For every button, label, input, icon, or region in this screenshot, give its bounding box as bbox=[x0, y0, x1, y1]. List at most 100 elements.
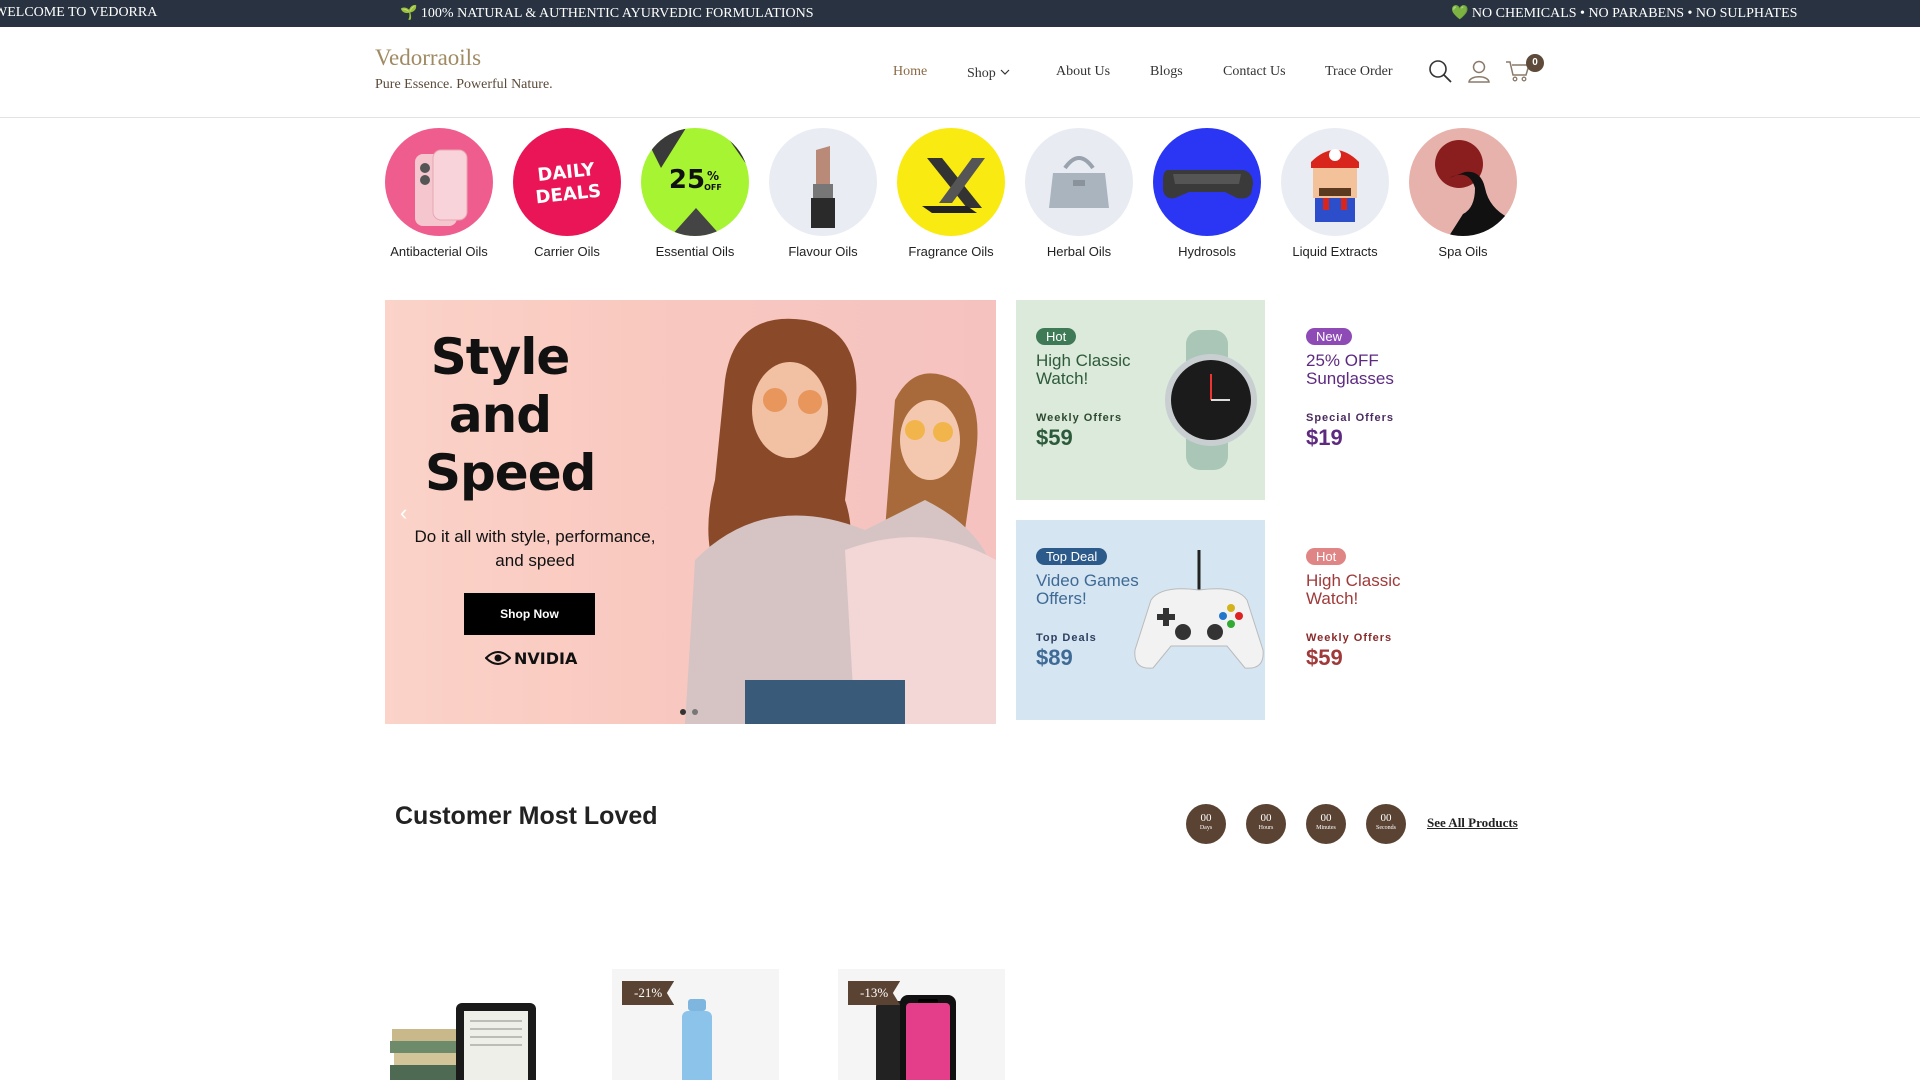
search-icon[interactable] bbox=[1427, 58, 1453, 84]
countdown-seconds: 00 Seconds bbox=[1366, 804, 1406, 844]
countdown-hours: 00 Hours bbox=[1246, 804, 1286, 844]
hero-brand-logo: NVIDIA bbox=[484, 649, 577, 670]
cart-count-badge: 0 bbox=[1526, 54, 1544, 72]
announcement-welcome: WELCOME TO VEDORRA bbox=[0, 5, 158, 20]
chevron-down-icon bbox=[1000, 64, 1010, 80]
category-label: Liquid Extracts bbox=[1292, 244, 1378, 259]
promo-title: 25% OFF Sunglasses bbox=[1306, 351, 1394, 388]
category-fragrance-oils[interactable]: Fragrance Oils bbox=[886, 128, 1016, 259]
promo-price: $59 bbox=[1036, 425, 1073, 450]
category-label: Spa Oils bbox=[1438, 244, 1488, 259]
product-card-ereader[interactable] bbox=[386, 969, 553, 1080]
nav-home[interactable]: Home bbox=[893, 64, 927, 80]
nav-blogs[interactable]: Blogs bbox=[1150, 64, 1183, 80]
promo-card-sunglasses[interactable]: New 25% OFF Sunglasses Special Offers $1… bbox=[1286, 300, 1535, 500]
category-image bbox=[1153, 128, 1261, 236]
hero-banner: Style and Speed Do it all with style, pe… bbox=[385, 300, 996, 724]
category-essential-oils[interactable]: 25% OFF Essential Oils bbox=[630, 128, 760, 259]
category-carrier-oils[interactable]: DAILY DEALS Carrier Oils bbox=[502, 128, 632, 259]
hero-subtitle: Do it all with style, performance, and s… bbox=[414, 527, 656, 570]
hero-title: Style and Speed bbox=[425, 328, 596, 502]
slider-dot[interactable] bbox=[692, 709, 698, 715]
category-image bbox=[897, 128, 1005, 236]
promo-badge: Hot bbox=[1306, 548, 1347, 565]
countdown-unit: Hours bbox=[1258, 825, 1274, 831]
category-image bbox=[769, 128, 877, 236]
category-label: Hydrosols bbox=[1178, 244, 1236, 259]
category-image: DAILY DEALS bbox=[513, 128, 621, 236]
hero-image-people bbox=[685, 318, 996, 724]
promo-title: High Classic Watch! bbox=[1036, 351, 1131, 388]
watch-image bbox=[1165, 330, 1257, 470]
category-liquid-extracts[interactable]: Liquid Extracts bbox=[1270, 128, 1400, 259]
product-card-smartphone[interactable]: -13% bbox=[838, 969, 1005, 1080]
category-label: Fragrance Oils bbox=[908, 244, 994, 259]
see-all-products-link[interactable]: See All Products bbox=[1427, 815, 1518, 831]
category-flavour-oils[interactable]: Flavour Oils bbox=[758, 128, 888, 259]
nav-contact-us[interactable]: Contact Us bbox=[1223, 64, 1286, 80]
nav-shop[interactable]: Shop bbox=[967, 64, 1010, 82]
promo-title: High Classic Watch! bbox=[1306, 571, 1401, 608]
countdown-unit: Seconds bbox=[1376, 825, 1396, 831]
svg-text:OFF: OFF bbox=[704, 183, 722, 192]
site-tagline: Pure Essence. Powerful Nature. bbox=[375, 77, 553, 92]
product-card-water-bottle[interactable]: -21% bbox=[612, 969, 779, 1080]
promo-price: $59 bbox=[1306, 645, 1343, 670]
slider-dot[interactable] bbox=[680, 709, 686, 715]
nav-trace-order[interactable]: Trace Order bbox=[1325, 64, 1393, 80]
discount-badge: -21% bbox=[622, 981, 675, 1005]
promo-offer-label: Weekly Offers bbox=[1036, 412, 1123, 424]
category-hydrosols[interactable]: Hydrosols bbox=[1142, 128, 1272, 259]
countdown-unit: Minutes bbox=[1316, 825, 1336, 831]
site-logo[interactable]: Vedorraoils bbox=[375, 45, 481, 71]
game-controller-image bbox=[1134, 550, 1264, 669]
countdown-value: 00 bbox=[1380, 812, 1392, 824]
product-image bbox=[390, 1003, 536, 1080]
announcement-bar: WELCOME TO VEDORRA 🌱 100% NATURAL & AUTH… bbox=[0, 0, 1920, 27]
promo-offer-label: Top Deals bbox=[1036, 632, 1097, 644]
category-label: Herbal Oils bbox=[1046, 244, 1112, 259]
category-image bbox=[1025, 128, 1133, 236]
svg-text:25: 25 bbox=[669, 165, 705, 195]
shop-now-button[interactable]: Shop Now bbox=[464, 593, 595, 635]
countdown-minutes: 00 Minutes bbox=[1306, 804, 1346, 844]
promo-card-video-games[interactable]: Top Deal Video Games Offers! Top Deals $… bbox=[1016, 520, 1265, 720]
promo-badge: Top Deal bbox=[1036, 548, 1108, 565]
countdown-value: 00 bbox=[1320, 812, 1332, 824]
promo-card-watch[interactable]: Hot High Classic Watch! Weekly Offers $5… bbox=[1016, 300, 1265, 500]
category-label: Flavour Oils bbox=[788, 244, 858, 259]
countdown-value: 00 bbox=[1200, 812, 1212, 824]
category-spa-oils[interactable]: Spa Oils bbox=[1398, 128, 1528, 259]
category-herbal-oils[interactable]: Herbal Oils bbox=[1014, 128, 1144, 259]
category-image: 25% OFF bbox=[641, 128, 749, 236]
category-image bbox=[1409, 128, 1517, 236]
user-icon[interactable] bbox=[1466, 58, 1492, 84]
category-label: Carrier Oils bbox=[534, 244, 600, 259]
announcement-no-chemicals: 💚 NO CHEMICALS • NO PARABENS • NO SULPHA… bbox=[1451, 6, 1798, 21]
category-label: Essential Oils bbox=[655, 244, 735, 259]
nav-shop-label: Shop bbox=[967, 66, 996, 81]
category-antibacterial-oils[interactable]: Antibacterial Oils bbox=[374, 128, 504, 259]
category-image bbox=[385, 128, 493, 236]
slider-dots bbox=[680, 702, 704, 720]
category-label: Antibacterial Oils bbox=[390, 244, 488, 259]
promo-card-watch-2[interactable]: Hot High Classic Watch! Weekly Offers $5… bbox=[1286, 520, 1535, 720]
promo-offer-label: Special Offers bbox=[1306, 412, 1394, 424]
site-header: Vedorraoils Pure Essence. Powerful Natur… bbox=[0, 27, 1920, 118]
promo-offer-label: Weekly Offers bbox=[1306, 632, 1393, 644]
promo-badge: Hot bbox=[1036, 328, 1077, 345]
discount-badge: -13% bbox=[848, 981, 901, 1005]
nvidia-eye-icon bbox=[484, 650, 512, 670]
announcement-natural: 🌱 100% NATURAL & AUTHENTIC AYURVEDIC FOR… bbox=[400, 6, 814, 21]
promo-badge: New bbox=[1306, 328, 1353, 345]
section-title: Customer Most Loved bbox=[395, 802, 658, 830]
category-image bbox=[1281, 128, 1389, 236]
promo-price: $19 bbox=[1306, 425, 1343, 450]
promo-price: $89 bbox=[1036, 645, 1073, 670]
countdown-days: 00 Days bbox=[1186, 804, 1226, 844]
countdown-value: 00 bbox=[1260, 812, 1272, 824]
nav-about-us[interactable]: About Us bbox=[1056, 64, 1110, 80]
product-image bbox=[682, 999, 712, 1080]
countdown-unit: Days bbox=[1199, 825, 1213, 831]
slider-prev-arrow[interactable]: ‹ bbox=[400, 500, 407, 526]
